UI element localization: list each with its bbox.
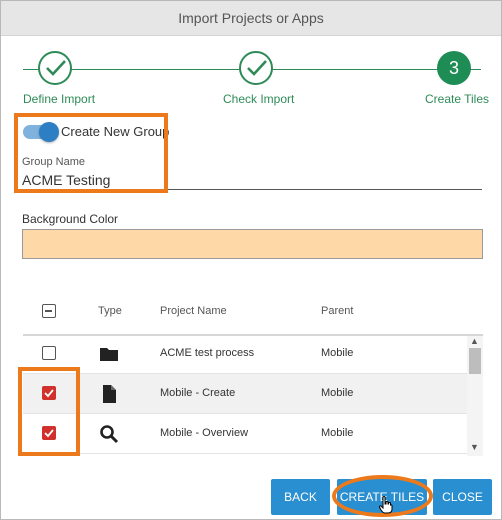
table-row[interactable]: ACME test process Mobile	[23, 334, 467, 374]
select-all-checkbox[interactable]	[42, 304, 56, 318]
row-project-name: Mobile - Create	[160, 387, 236, 399]
group-highlight-box	[14, 113, 168, 193]
step-3-label: Create Tiles	[425, 92, 490, 106]
background-color-field[interactable]	[22, 229, 483, 259]
hand-cursor-icon	[379, 496, 393, 514]
row-parent: Mobile	[321, 387, 354, 399]
header-type: Type	[98, 305, 122, 317]
table-header: Type Project Name Parent	[23, 291, 483, 333]
table-row[interactable]: Mobile - Create Mobile	[23, 374, 467, 414]
close-button[interactable]: CLOSE	[433, 479, 492, 515]
table-scrollbar[interactable]: ▲ ▼	[467, 336, 483, 456]
table-row[interactable]: Mobile - Overview Mobile	[23, 414, 467, 454]
header-project-name: Project Name	[160, 305, 227, 317]
row-project-name: Mobile - Overview	[160, 427, 249, 439]
scrollbar-thumb[interactable]	[469, 348, 481, 374]
search-icon	[100, 425, 119, 444]
checkbox-highlight-box	[18, 367, 80, 456]
step-1-label: Define Import	[23, 92, 96, 106]
import-dialog: Import Projects or Apps Define Import Ch…	[0, 0, 502, 520]
step-3-number: 3	[437, 51, 471, 85]
step-1-check-icon	[38, 51, 72, 85]
step-2-label: Check Import	[223, 92, 295, 106]
scroll-down-icon[interactable]: ▼	[470, 442, 479, 452]
background-color-label: Background Color	[22, 212, 119, 226]
dialog-title: Import Projects or Apps	[1, 1, 501, 36]
row-parent: Mobile	[321, 427, 354, 439]
row-checkbox[interactable]	[42, 346, 56, 360]
back-button[interactable]: BACK	[271, 479, 330, 515]
step-2-check-icon	[239, 51, 273, 85]
row-parent: Mobile	[321, 347, 354, 359]
minus-icon	[45, 310, 52, 312]
row-project-name: ACME test process	[160, 347, 255, 359]
header-parent: Parent	[321, 305, 354, 317]
file-icon	[103, 385, 116, 403]
scroll-up-icon[interactable]: ▲	[470, 336, 479, 346]
folder-icon	[100, 348, 118, 361]
